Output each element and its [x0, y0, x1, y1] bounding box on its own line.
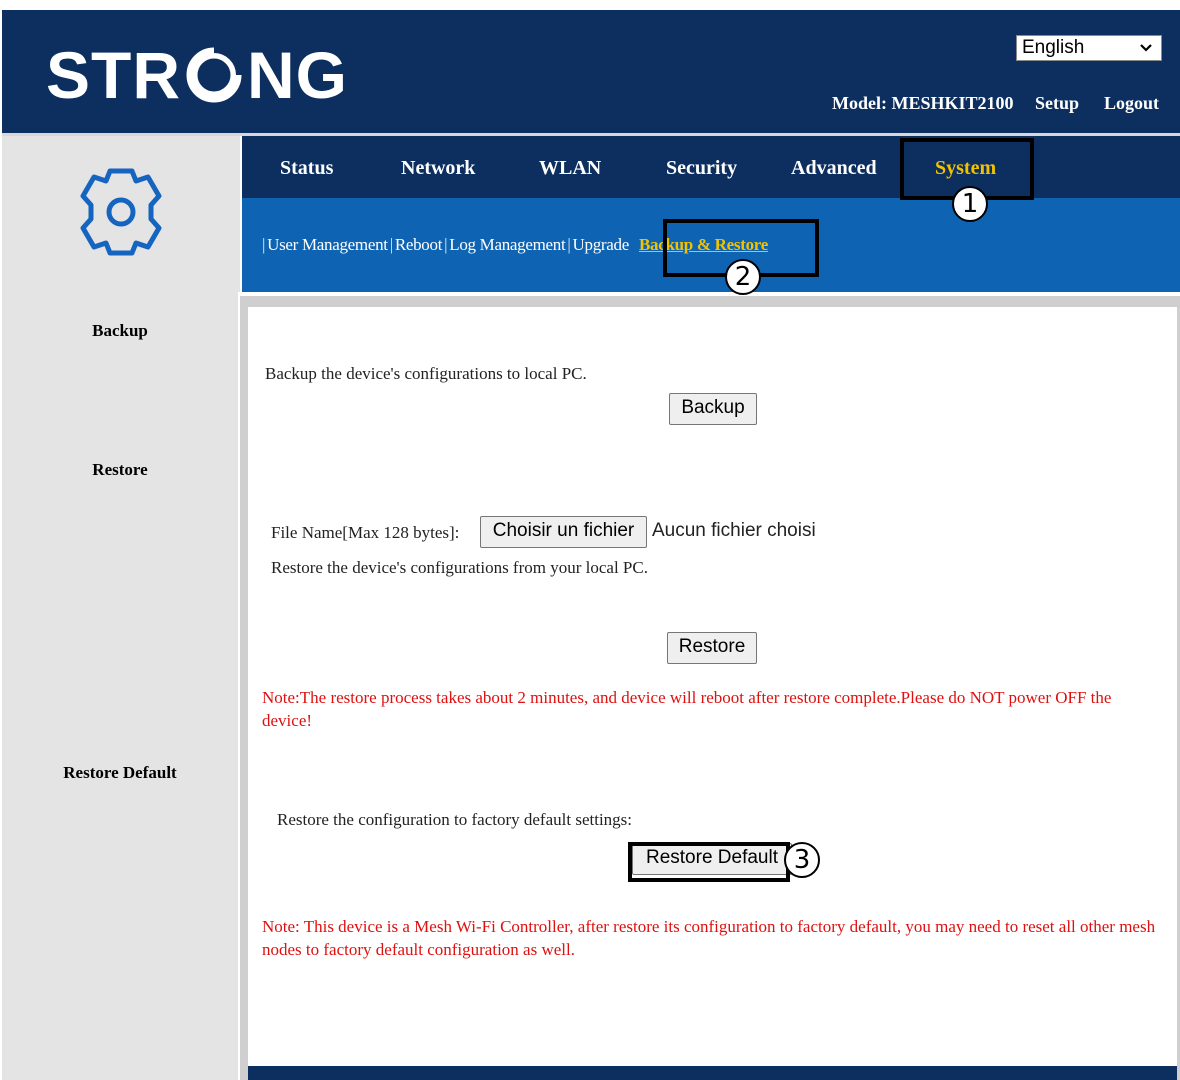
subnav-user-management[interactable]: User Management — [267, 235, 388, 255]
tab-status[interactable]: Status — [280, 155, 333, 181]
tab-security[interactable]: Security — [666, 155, 737, 181]
backup-description: Backup the device's configurations to lo… — [265, 364, 587, 383]
sidebar-label-backup: Backup — [92, 321, 148, 340]
backup-button[interactable]: Backup — [669, 393, 757, 425]
annotation-marker-1: 1 — [952, 186, 988, 222]
restore-default-note: Note: This device is a Mesh Wi-Fi Contro… — [262, 917, 1156, 959]
choose-file-button[interactable]: Choisir un fichier — [480, 516, 647, 548]
annotation-marker-2: 2 — [725, 259, 761, 295]
gear-icon — [80, 168, 162, 256]
language-select[interactable]: English — [1016, 35, 1162, 61]
tab-wlan[interactable]: WLAN — [539, 155, 601, 181]
tab-network[interactable]: Network — [401, 155, 475, 181]
tab-advanced[interactable]: Advanced — [791, 155, 877, 181]
subnav-reboot[interactable]: Reboot — [395, 235, 443, 255]
strong-logo: STR NG — [46, 38, 348, 112]
setup-link[interactable]: Setup — [1035, 92, 1079, 114]
restore-button[interactable]: Restore — [667, 632, 757, 664]
restore-description: Restore the device's configurations from… — [271, 558, 648, 577]
file-status-text: Aucun fichier choisi — [652, 520, 816, 541]
logo-o-icon — [186, 47, 242, 103]
restore-note: Note:The restore process takes about 2 m… — [262, 688, 1112, 730]
annotation-marker-3: 3 — [784, 842, 820, 878]
sidebar-label-restore: Restore — [92, 460, 148, 479]
content-footer-bar — [248, 1066, 1177, 1080]
subnav-upgrade[interactable]: Upgrade — [573, 235, 630, 255]
sidebar — [2, 292, 238, 1080]
chevron-down-icon — [1139, 38, 1153, 65]
subnav-log-management[interactable]: Log Management — [449, 235, 565, 255]
model-label: Model: MESHKIT2100 — [832, 93, 1014, 113]
sidebar-label-restore-default: Restore Default — [63, 763, 177, 782]
annotation-box-3 — [628, 842, 790, 882]
file-name-label: File Name[Max 128 bytes]: — [271, 523, 460, 542]
logout-link[interactable]: Logout — [1104, 92, 1159, 114]
restore-default-description: Restore the configuration to factory def… — [277, 810, 633, 829]
